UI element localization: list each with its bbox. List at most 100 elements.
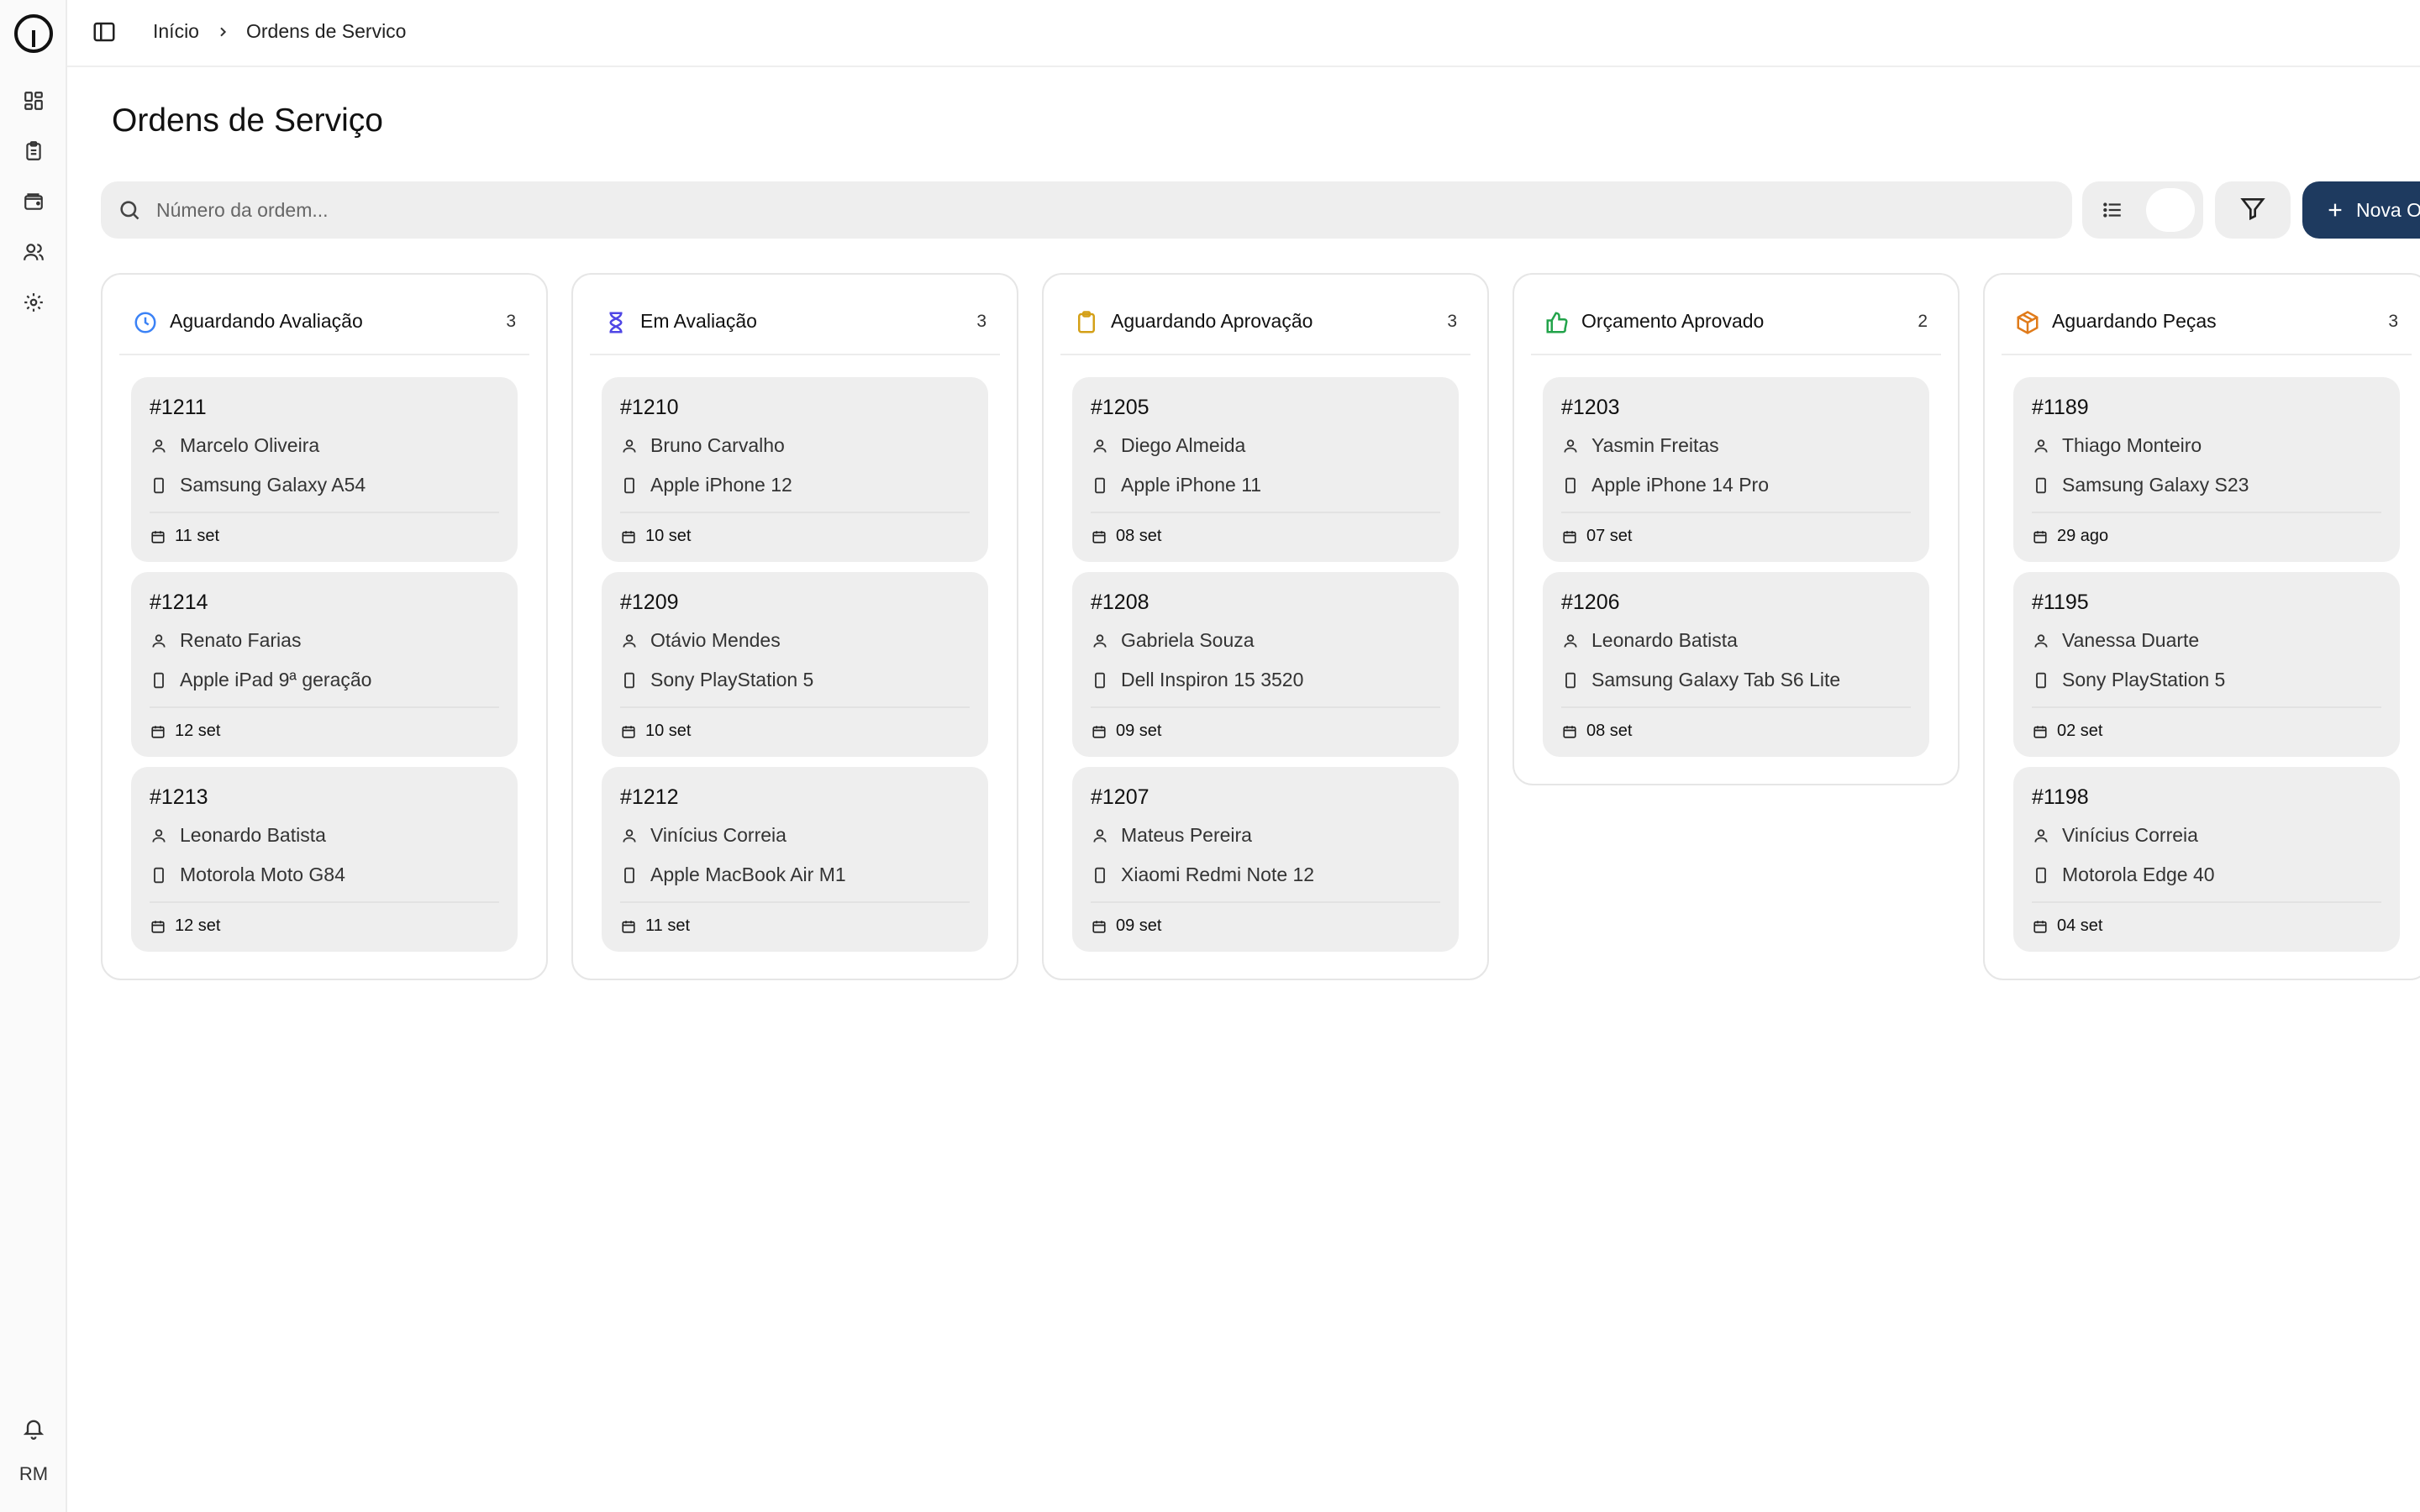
clipboard-list-icon[interactable]	[22, 139, 45, 163]
new-order-label: Nova O	[2356, 198, 2420, 221]
column-header: Orçamento Aprovado 2	[1531, 275, 1941, 355]
column-title: Aguardando Avaliação	[170, 310, 363, 332]
order-date: 09 set	[1116, 916, 1162, 935]
list-view-icon[interactable]	[2099, 197, 2126, 223]
client-row: Vanessa Duarte	[2032, 629, 2199, 652]
column-count-badge: 3	[506, 312, 516, 331]
order-card[interactable]: #1209 Otávio Mendes Sony PlayStation 5 10 s…	[602, 572, 988, 757]
kanban-column: Em Avaliação 3 #1210 Bruno Carvalho Apple iP…	[571, 273, 1018, 980]
settings-gear-icon[interactable]	[22, 291, 45, 314]
device-row: Sony PlayStation 5	[620, 669, 813, 691]
smartphone-icon	[620, 476, 639, 495]
column-count-badge: 3	[1447, 312, 1457, 331]
kanban-board: Aguardando Avaliação 3 #1211 Marcelo Olivei…	[101, 273, 2420, 1029]
search-input[interactable]	[156, 181, 2039, 239]
sidebar-toggle-button[interactable]	[89, 18, 119, 49]
calendar-icon	[2032, 918, 2049, 935]
order-card[interactable]: #1195 Vanessa Duarte Sony PlayStation 5 02 …	[2013, 572, 2400, 757]
smartphone-icon	[2032, 671, 2050, 690]
order-card[interactable]: #1198 Vinícius Correia Motorola Edge 40 04 …	[2013, 767, 2400, 952]
user-icon	[1091, 827, 1109, 845]
device-name: Sony PlayStation 5	[650, 669, 814, 690]
card-divider	[150, 512, 499, 513]
order-card[interactable]: #1213 Leonardo Batista Motorola Moto G84 12…	[131, 767, 518, 952]
app-logo-icon[interactable]	[13, 13, 54, 54]
calendar-icon	[150, 723, 166, 740]
bell-icon[interactable]	[22, 1416, 45, 1440]
new-order-button[interactable]: Nova O	[2302, 181, 2420, 239]
column-title: Aguardando Aprovação	[1111, 310, 1313, 332]
view-mode-toggle[interactable]	[2082, 181, 2203, 239]
page-title: Ordens de Serviço	[112, 102, 383, 139]
top-bar: Início Ordens de Servico	[67, 0, 2420, 67]
card-divider	[2032, 512, 2381, 513]
order-card[interactable]: #1205 Diego Almeida Apple iPhone 11 08 set	[1072, 377, 1459, 562]
card-list: #1189 Thiago Monteiro Samsung Galaxy S23 29…	[1985, 355, 2420, 979]
user-icon	[620, 437, 639, 455]
card-list: #1205 Diego Almeida Apple iPhone 11 08 set #…	[1044, 355, 1487, 979]
card-divider	[1561, 706, 1911, 708]
order-number: #1209	[620, 591, 679, 614]
device-row: Samsung Galaxy Tab S6 Lite	[1561, 669, 1840, 691]
device-name: Apple iPad 9ª geração	[180, 669, 372, 690]
order-date: 02 set	[2057, 722, 2103, 740]
dashboard-icon[interactable]	[22, 89, 45, 113]
user-icon	[1091, 437, 1109, 455]
device-name: Apple MacBook Air M1	[650, 864, 846, 885]
order-date: 09 set	[1116, 722, 1162, 740]
device-name: Apple iPhone 12	[650, 474, 792, 496]
date-row: 09 set	[1091, 722, 1161, 741]
client-row: Renato Farias	[150, 629, 301, 652]
order-card[interactable]: #1208 Gabriela Souza Dell Inspiron 15 3520…	[1072, 572, 1459, 757]
clipboard-icon	[1074, 310, 1099, 335]
calendar-icon	[2032, 528, 2049, 545]
column-header: Em Avaliação 3	[590, 275, 1000, 355]
date-row: 11 set	[150, 527, 219, 546]
users-icon[interactable]	[22, 240, 45, 264]
user-avatar[interactable]: RM	[0, 1463, 67, 1485]
order-card[interactable]: #1206 Leonardo Batista Samsung Galaxy Tab …	[1543, 572, 1929, 757]
device-name: Samsung Galaxy A54	[180, 474, 366, 496]
device-row: Apple iPhone 14 Pro	[1561, 474, 1769, 496]
device-row: Sony PlayStation 5	[2032, 669, 2225, 691]
order-card[interactable]: #1212 Vinícius Correia Apple MacBook Air M…	[602, 767, 988, 952]
device-name: Motorola Moto G84	[180, 864, 345, 885]
client-row: Vinícius Correia	[2032, 824, 2198, 847]
filter-button[interactable]	[2215, 181, 2291, 239]
user-icon	[150, 437, 168, 455]
order-number: #1210	[620, 396, 679, 419]
user-icon	[1561, 437, 1580, 455]
device-row: Motorola Moto G84	[150, 864, 345, 886]
order-date: 10 set	[645, 722, 692, 740]
smartphone-icon	[2032, 476, 2050, 495]
order-card[interactable]: #1210 Bruno Carvalho Apple iPhone 12 10 set	[602, 377, 988, 562]
order-card[interactable]: #1211 Marcelo Oliveira Samsung Galaxy A54 1…	[131, 377, 518, 562]
card-divider	[620, 706, 970, 708]
date-row: 07 set	[1561, 527, 1632, 546]
kanban-view-toggle-knob[interactable]	[2146, 188, 2195, 232]
device-row: Apple MacBook Air M1	[620, 864, 846, 886]
client-name: Bruno Carvalho	[650, 434, 785, 456]
user-icon	[2032, 827, 2050, 845]
client-name: Vanessa Duarte	[2062, 629, 2200, 651]
calendar-icon	[1091, 723, 1107, 740]
breadcrumb: Início Ordens de Servico	[153, 20, 406, 43]
date-row: 12 set	[150, 722, 220, 741]
device-row: Apple iPad 9ª geração	[150, 669, 371, 691]
order-number: #1213	[150, 785, 208, 809]
card-list: #1203 Yasmin Freitas Apple iPhone 14 Pro 07…	[1514, 355, 1958, 784]
client-name: Renato Farias	[180, 629, 302, 651]
order-number: #1214	[150, 591, 208, 614]
kanban-column: Aguardando Avaliação 3 #1211 Marcelo Olivei…	[101, 273, 548, 980]
order-card[interactable]: #1203 Yasmin Freitas Apple iPhone 14 Pro 07…	[1543, 377, 1929, 562]
order-card[interactable]: #1189 Thiago Monteiro Samsung Galaxy S23 29…	[2013, 377, 2400, 562]
breadcrumb-home-link[interactable]: Início	[153, 20, 199, 43]
calendar-icon	[150, 528, 166, 545]
wallet-icon[interactable]	[22, 190, 45, 213]
column-title: Em Avaliação	[640, 310, 757, 332]
device-name: Apple iPhone 11	[1121, 474, 1262, 496]
order-date: 07 set	[1586, 527, 1633, 545]
order-card[interactable]: #1207 Mateus Pereira Xiaomi Redmi Note 12 0…	[1072, 767, 1459, 952]
calendar-icon	[620, 723, 637, 740]
order-card[interactable]: #1214 Renato Farias Apple iPad 9ª geração 1…	[131, 572, 518, 757]
